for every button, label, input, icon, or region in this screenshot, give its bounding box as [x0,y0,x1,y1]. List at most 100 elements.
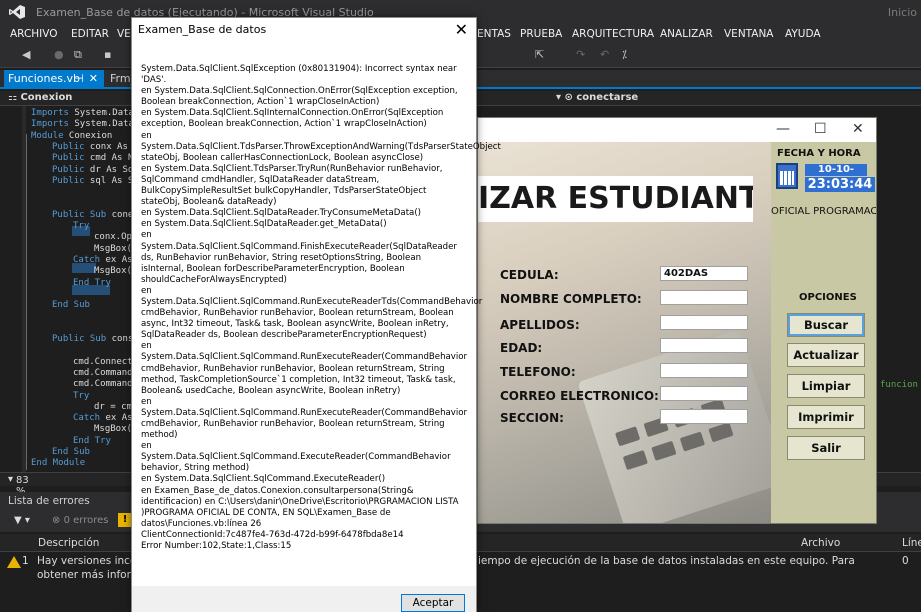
calculator-image [577,329,789,523]
step-icon[interactable]: ⇱ [535,48,544,61]
pin-icon[interactable]: ⊣ [74,72,84,85]
member-dropdown[interactable]: ▾ ⊙ conectarse [556,92,638,103]
tab-funciones-vb[interactable]: Funciones.vb ⊣ ✕ [4,70,104,87]
code-keyword: End Module [31,458,86,469]
code-keyword: Public Sub [52,209,107,220]
input-edad[interactable] [660,338,748,353]
code-line: Imports System.Data [31,108,134,119]
code-keyword: End Try [73,277,111,288]
limpiar-button[interactable]: Limpiar [787,374,865,398]
opciones-label: OPCIONES [799,292,857,303]
input-seccion[interactable] [660,409,748,424]
oficial-label: OFICIAL PROGRAMACION [771,206,877,217]
warning-icon [7,556,21,568]
code-keyword: Catch [73,254,101,265]
code-line: End Sub [52,447,90,458]
code-text: sql As S [84,175,134,186]
filter-icon[interactable]: ▼ ▾ [14,515,30,526]
step-out-icon[interactable]: ↶ [600,48,609,61]
code-keyword: Public [52,141,85,152]
app-banner: IZAR ESTUDIANTE [478,176,753,222]
code-keyword: Imports [31,119,69,130]
menu-arquitectura[interactable]: ARQUITECTURA [572,28,654,40]
visual-studio-logo-icon [9,5,25,19]
code-line: conx.Op [94,232,132,243]
time-display: 23:03:44 [805,177,875,192]
code-text: conx.Op [94,232,132,243]
column-archivo[interactable]: Archivo [801,537,840,549]
close-icon[interactable]: ✕ [455,20,468,39]
date-display: 10-10-2022 [805,164,867,187]
column-linea[interactable]: Línea [902,537,921,549]
tab-label: Funciones.vb [8,72,80,85]
menu-analizar[interactable]: ANALIZAR [660,28,713,40]
code-keyword: Public [52,175,85,186]
code-keyword: Module [31,130,64,141]
code-keyword: End Try [73,435,111,446]
code-keyword: End Sub [52,300,90,311]
outline-line [26,134,27,470]
minimize-icon[interactable]: — [776,121,790,137]
save-icon[interactable]: ▪ [104,48,111,61]
imprimir-button[interactable]: Imprimir [787,405,865,429]
input-cedula[interactable]: 402DAS [660,266,748,281]
menu-editar[interactable]: EDITAR [71,28,109,40]
salir-button[interactable]: Salir [787,436,865,460]
maximize-icon[interactable]: ☐ [814,121,827,137]
code-keyword: End Sub [52,447,90,457]
vs-start-label[interactable]: Inicio [888,6,917,19]
column-descripcion[interactable]: Descripción [38,537,99,549]
label-nombre-completo: NOMBRE COMPLETO: [500,292,642,306]
app-titlebar: — ☐ ✕ [478,118,876,142]
code-text: cmd.Connect [73,356,133,367]
close-icon[interactable]: ✕ [852,121,864,137]
code-text: ex As [100,413,133,424]
menu-archivo[interactable]: ARCHIVO [10,28,58,40]
buscar-button[interactable]: Buscar [787,313,865,337]
code-keyword: Catch [73,413,101,424]
code-line: Catch ex As [73,255,133,266]
code-line: Module Conexion [31,131,112,142]
menu-prueba[interactable]: PRUEBA [520,28,562,40]
msgbox-footer: Aceptar [132,586,476,612]
code-text: MsgBox( [94,266,132,277]
new-item-icon[interactable]: ⧉ [74,48,82,62]
student-app-window: — ☐ ✕ IZAR ESTUDIANTE CEDULA: 402DAS NOM… [477,117,877,524]
back-icon[interactable]: ◀ [22,48,30,61]
code-line: Catch ex As [73,413,133,424]
zoom-level[interactable]: 83 % ▾ [8,474,29,497]
code-line: Public conx As N [52,142,139,153]
input-nombre-completo[interactable] [660,290,748,305]
label-correo: CORREO ELECTRONICO: [500,389,659,403]
code-keyword: Try [73,221,90,231]
forward-icon[interactable]: ● [54,48,64,61]
code-line: dr = cm [94,402,132,413]
menu-ventana[interactable]: VENTANA [724,28,774,40]
close-icon[interactable]: ✕ [89,72,98,85]
step-over-icon[interactable]: ↷ [576,48,585,61]
code-text: System.Data [68,119,134,130]
label-apellidos: APELLIDOS: [500,318,580,332]
input-correo[interactable] [660,386,748,401]
code-line: Public dr As Sq [52,165,133,176]
calendar-icon [776,163,798,189]
code-line: cmd.Command [73,379,133,390]
errors-filter-button[interactable]: ⊗ 0 errores [52,515,108,526]
code-fragment-right: funcion [880,380,918,390]
code-line: Public Sub conec [52,210,139,221]
type-dropdown[interactable]: ⚏ Conexion [8,92,72,103]
aceptar-button[interactable]: Aceptar [401,594,465,612]
code-line: MsgBox( [94,266,132,277]
code-line: Public Sub consu [52,334,139,345]
actualizar-button[interactable]: Actualizar [787,343,865,367]
input-telefono[interactable] [660,363,748,378]
comment-icon[interactable]: ⁒ [622,48,627,61]
menu-ver[interactable]: VE [117,28,131,40]
exception-message-box: Examen_Base de datos ✕ System.Data.SqlCl… [131,17,501,612]
warning-filter-icon[interactable]: ! [118,513,132,527]
type-dropdown-label: Conexion [20,92,73,103]
input-apellidos[interactable] [660,315,748,330]
label-seccion: SECCION: [500,411,564,425]
menu-ayuda[interactable]: AYUDA [785,28,821,40]
menu-herramientas[interactable]: ENTAS [477,28,511,40]
